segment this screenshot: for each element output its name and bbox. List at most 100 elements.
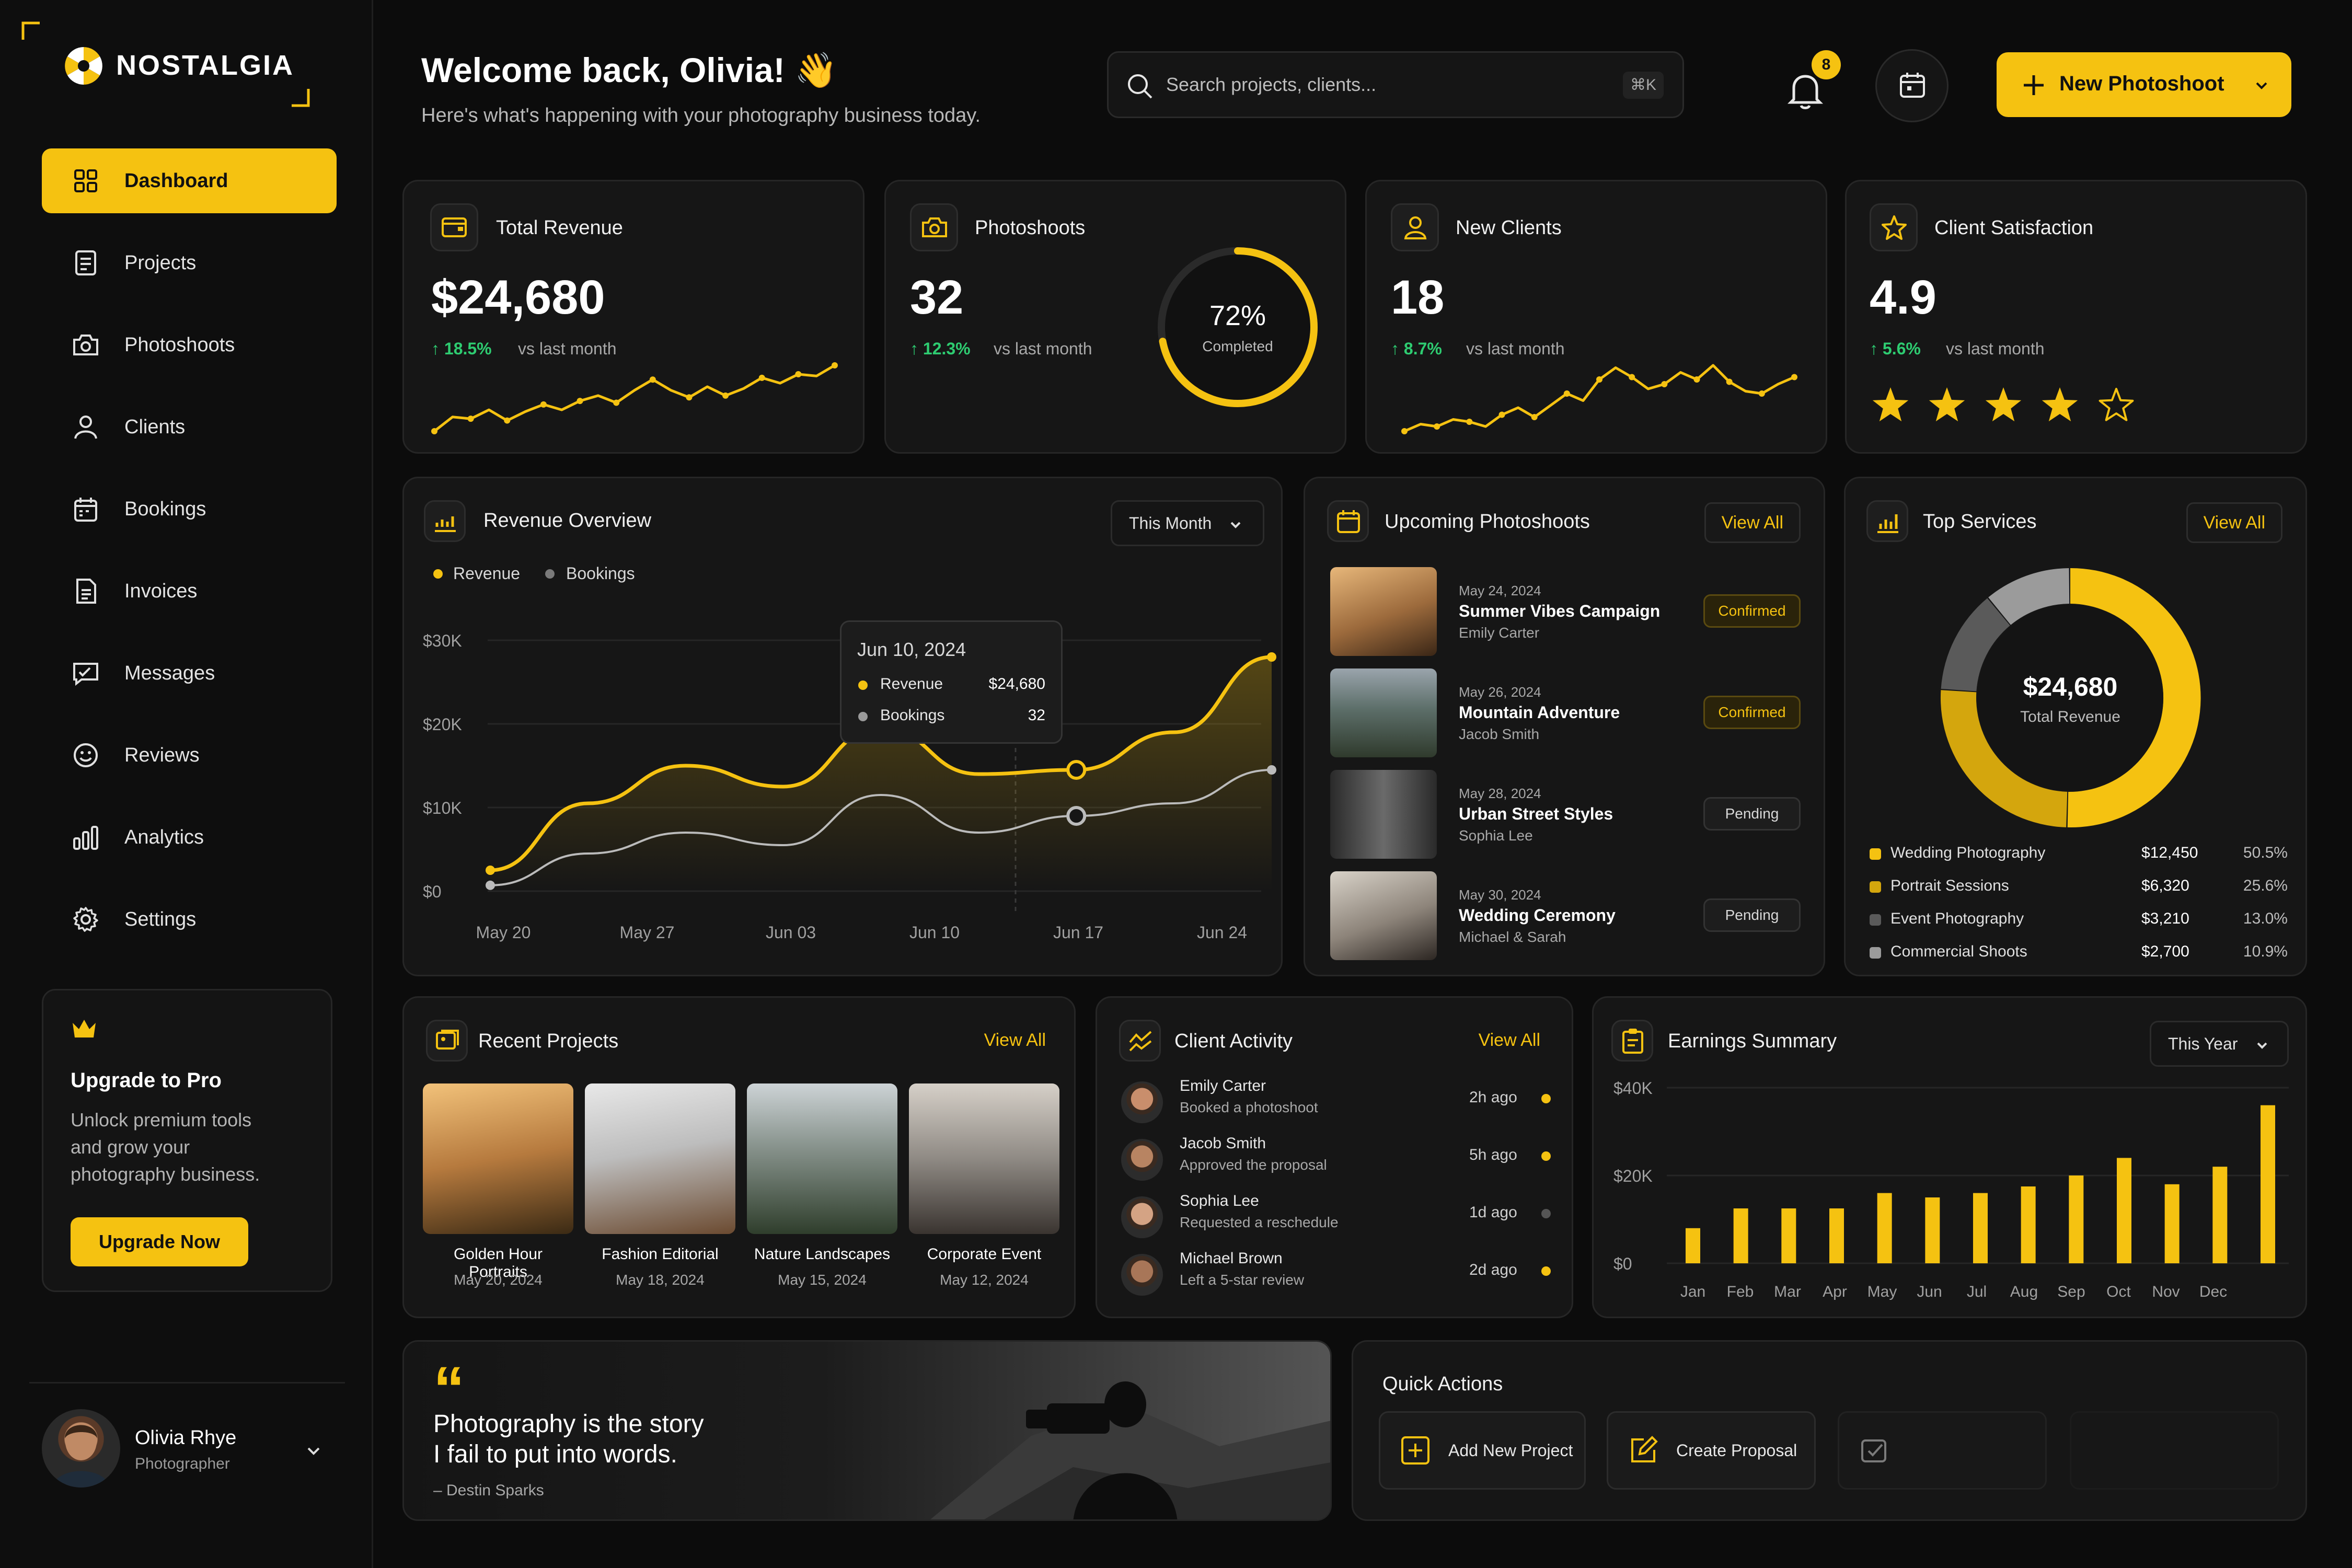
upcoming-item[interactable]: May 30, 2024 Wedding Ceremony Michael & Sa… (1330, 871, 1801, 960)
service-name: Event Photography (1890, 910, 2024, 927)
search-input[interactable]: Search projects, clients... ⌘K (1107, 51, 1684, 118)
upcoming-item[interactable]: May 28, 2024 Urban Street Styles Sophia Le… (1330, 770, 1801, 859)
x-tick-label: May 20 (476, 923, 531, 942)
project-item[interactable]: Fashion Editorial May 18, 2024 (585, 1083, 735, 1303)
status-badge: Confirmed (1703, 594, 1801, 628)
sidebar-item-messages[interactable]: Messages (42, 641, 337, 706)
sidebar-item-photoshoots[interactable]: Photoshoots (42, 313, 337, 377)
upcoming-item[interactable]: May 26, 2024 Mountain Adventure Jacob Smit… (1330, 668, 1801, 757)
stat-value: 4.9 (1870, 271, 1936, 324)
client-satisfaction-card: Client Satisfaction 4.9 ↑ 5.6% vs last m… (1845, 180, 2307, 454)
service-amount: $12,450 (2141, 844, 2198, 861)
new-photoshoot-button[interactable]: New Photoshoot (1997, 52, 2291, 117)
activity-icon (1129, 1031, 1152, 1052)
sparkline-point (1563, 390, 1570, 397)
sparkline-point (1498, 411, 1505, 418)
sparkline-point (686, 394, 693, 401)
shoot-title: Wedding Ceremony (1459, 906, 1616, 925)
card-title: Top Services (1923, 511, 2037, 533)
activity-time: 5h ago (1469, 1146, 1517, 1163)
avatar (42, 1409, 120, 1488)
add-new-project-button[interactable]: Add New Project (1379, 1411, 1586, 1490)
activity-item[interactable]: Jacob Smith Approved the proposal 5h ago (1121, 1133, 1551, 1183)
view-all-link[interactable]: View All (1704, 502, 1801, 543)
chevron-down-icon[interactable] (303, 1440, 324, 1461)
x-tick-label: Sep (2057, 1283, 2085, 1300)
project-item[interactable]: Nature Landscapes May 15, 2024 (747, 1083, 897, 1303)
upgrade-text: Unlock premium tools and grow your photo… (71, 1106, 260, 1188)
status-badge: Pending (1703, 898, 1801, 932)
activity-time: 1d ago (1469, 1204, 1517, 1221)
stat-value: $24,680 (431, 271, 605, 324)
x-tick-label: Jun 10 (909, 923, 960, 942)
x-tick-label: May 27 (620, 923, 675, 942)
user-profile[interactable]: Olivia Rhye Photographer (42, 1409, 355, 1493)
view-all-link[interactable]: View All (984, 1030, 1046, 1051)
x-tick-label: Apr (1823, 1283, 1847, 1300)
sidebar-item-bookings[interactable]: Bookings (42, 477, 337, 541)
view-all-link[interactable]: View All (1479, 1030, 1540, 1051)
new-photoshoot-label: New Photoshoot (2059, 72, 2224, 95)
sidebar-item-label: Reviews (124, 744, 200, 766)
revenue-sparkline (431, 362, 838, 434)
upgrade-title: Upgrade to Pro (71, 1069, 222, 1092)
sidebar-item-clients[interactable]: Clients (42, 395, 337, 459)
sparkline-point (1791, 374, 1797, 381)
x-tick-label: Jul (1967, 1283, 1987, 1300)
activity-status-dot (1541, 1151, 1551, 1161)
wallet-icon-box (430, 203, 478, 251)
calendar-button[interactable] (1875, 49, 1949, 122)
shoot-title: Summer Vibes Campaign (1459, 602, 1661, 620)
view-all-link[interactable]: View All (2186, 502, 2282, 543)
sidebar-item-reviews[interactable]: Reviews (42, 723, 337, 788)
upgrade-now-button[interactable]: Upgrade Now (71, 1217, 248, 1266)
photoshoot-thumbnail (1330, 668, 1437, 757)
star-filled-icon (1929, 387, 1965, 422)
sidebar-item-invoices[interactable]: Invoices (42, 559, 337, 624)
upcoming-item[interactable]: May 24, 2024 Summer Vibes Campaign Emily C… (1330, 567, 1801, 656)
earnings-bar (1925, 1197, 1940, 1263)
sparkline-point (467, 416, 474, 422)
project-item[interactable]: Corporate Event May 12, 2024 (909, 1083, 1059, 1303)
x-tick-label: Jun 24 (1197, 923, 1247, 942)
project-date: May 12, 2024 (940, 1272, 1029, 1288)
user-name: Olivia Rhye (135, 1427, 237, 1449)
sidebar-item-analytics[interactable]: Analytics (42, 805, 337, 870)
sidebar-item-projects[interactable]: Projects (42, 230, 337, 295)
sparkline-point (832, 362, 838, 368)
sidebar-item-label: Settings (124, 908, 197, 930)
shoot-date: May 30, 2024 (1459, 887, 1541, 903)
sidebar-item-dashboard[interactable]: Dashboard (42, 148, 337, 213)
activity-item[interactable]: Sophia Lee Requested a reschedule 1d ago (1121, 1190, 1551, 1240)
quick-action-button-faded[interactable] (2070, 1411, 2279, 1490)
user-icon (74, 416, 97, 439)
card-title: Recent Projects (478, 1030, 619, 1052)
project-name: Nature Landscapes (754, 1246, 891, 1263)
service-row: Event Photography $3,210 13.0% (1870, 910, 2288, 936)
shoot-date: May 28, 2024 (1459, 786, 1541, 801)
user-icon (1404, 216, 1427, 239)
tooltip-dot-bookings (858, 712, 868, 721)
y-tick-label: $40K (1613, 1079, 1653, 1098)
sidebar-item-settings[interactable]: Settings (42, 887, 337, 952)
avatar (1121, 1081, 1163, 1123)
create-proposal-button[interactable]: Create Proposal (1607, 1411, 1816, 1490)
chevron-down-icon (2256, 82, 2267, 89)
avatar (1121, 1196, 1163, 1238)
project-date: May 20, 2024 (454, 1272, 543, 1288)
shoot-title: Mountain Adventure (1459, 703, 1620, 722)
plus-icon (2024, 75, 2044, 95)
legend-swatch (1870, 914, 1881, 926)
calendar-icon (74, 498, 97, 522)
project-item[interactable]: Golden Hour Portraits May 20, 2024 (423, 1083, 573, 1303)
notifications-button[interactable]: 8 (1773, 50, 1841, 126)
activity-status-dot (1541, 1266, 1551, 1276)
activity-item[interactable]: Emily Carter Booked a photoshoot 2h ago (1121, 1075, 1551, 1125)
sparkline-point (1693, 376, 1700, 383)
quick-action-button-faded[interactable] (1838, 1411, 2047, 1490)
status-badge: Pending (1703, 797, 1801, 831)
activity-item[interactable]: Michael Brown Left a 5-star review 2d ago (1121, 1248, 1551, 1298)
stat-change: ↑ 18.5% (431, 339, 492, 358)
star-outline-icon (2099, 388, 2134, 421)
avatar (1121, 1139, 1163, 1181)
